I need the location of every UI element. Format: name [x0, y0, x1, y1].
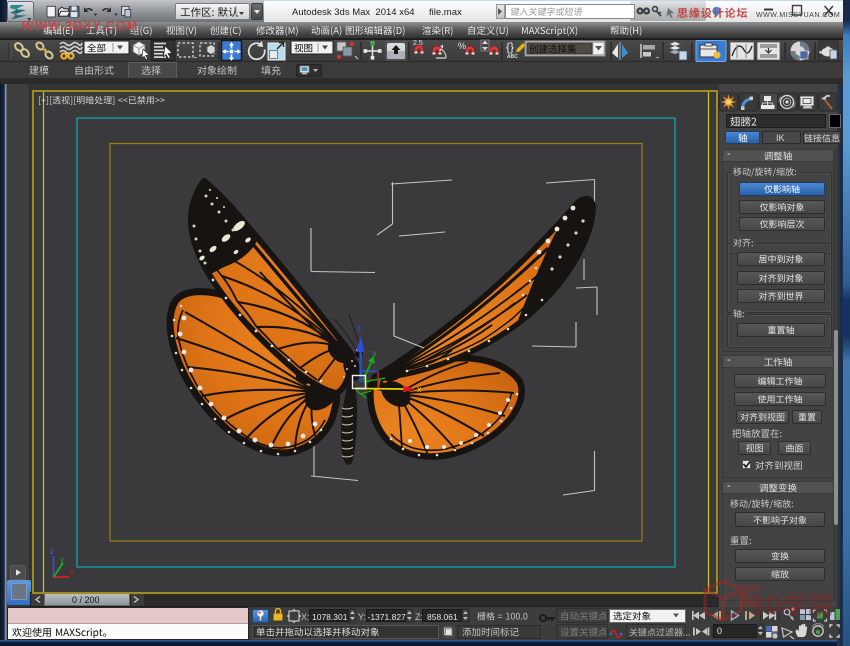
svg-text:WWW.3DXY.COM: WWW.3DXY.COM [22, 19, 138, 33]
